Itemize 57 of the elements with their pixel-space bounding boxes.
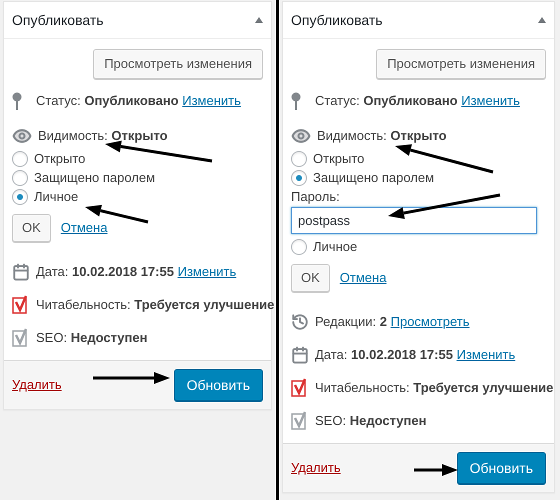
history-icon bbox=[291, 313, 309, 331]
pin-icon bbox=[12, 92, 22, 110]
ok-button[interactable]: OK bbox=[291, 264, 330, 292]
visibility-text: Видимость: Открыто bbox=[317, 127, 447, 146]
calendar-icon bbox=[291, 346, 309, 364]
info-text: SEO: Недоступен bbox=[36, 329, 148, 348]
preview-button[interactable]: Просмотреть изменения bbox=[93, 49, 263, 79]
delete-link[interactable]: Удалить bbox=[291, 458, 341, 478]
info-text: Дата: 10.02.2018 17:55 Изменить bbox=[36, 263, 236, 282]
preview-button[interactable]: Просмотреть изменения bbox=[376, 49, 546, 79]
edit-link[interactable]: Изменить bbox=[182, 93, 241, 108]
radio-label: Личное bbox=[313, 238, 358, 256]
collapse-icon[interactable] bbox=[538, 17, 546, 23]
info-text: Читабельность: Требуется улучшение bbox=[36, 296, 274, 314]
panel-title: Опубликовать bbox=[291, 10, 383, 30]
radio-label: Личное bbox=[34, 188, 78, 206]
annotation-arrow bbox=[414, 464, 458, 476]
eye-icon bbox=[291, 126, 311, 146]
radio-label: Открыто bbox=[34, 150, 86, 168]
calendar-icon bbox=[12, 263, 30, 281]
cancel-link[interactable]: Отмена bbox=[340, 268, 386, 288]
radio-button[interactable] bbox=[291, 170, 307, 186]
info-link[interactable]: Изменить bbox=[456, 347, 516, 362]
panel-title: Опубликовать bbox=[12, 10, 104, 30]
collapse-icon[interactable] bbox=[255, 17, 263, 23]
info-text: Дата: 10.02.2018 17:55 Изменить bbox=[315, 346, 516, 364]
radio-button[interactable] bbox=[12, 188, 28, 204]
radio-label: Открыто bbox=[313, 150, 364, 168]
checkmark-icon bbox=[291, 411, 309, 431]
edit-link[interactable]: Изменить bbox=[461, 93, 520, 108]
pin-icon bbox=[291, 92, 301, 110]
radio-button[interactable] bbox=[12, 170, 28, 186]
status-text: Статус: Опубликовано Изменить bbox=[36, 92, 241, 110]
checkmark-icon bbox=[12, 328, 30, 348]
cancel-link[interactable]: Отмена bbox=[60, 218, 108, 238]
password-label: Пароль: bbox=[291, 188, 341, 206]
ok-button[interactable]: OK bbox=[12, 214, 51, 242]
update-button[interactable]: Обновить bbox=[174, 369, 263, 401]
info-text: Читабельность: Требуется улучшение bbox=[315, 379, 554, 398]
update-button[interactable]: Обновить bbox=[456, 452, 546, 484]
radio-label: Защищено паролем bbox=[313, 168, 434, 187]
annotation-arrow bbox=[85, 204, 148, 224]
info-text: SEO: Недоступен bbox=[315, 412, 426, 430]
radio-label: Защищено паролем bbox=[34, 168, 156, 187]
info-link[interactable]: Изменить bbox=[178, 264, 236, 280]
visibility-text: Видимость: Открыто bbox=[38, 127, 168, 146]
radio-button[interactable] bbox=[291, 238, 307, 254]
status-text: Статус: Опубликовано Изменить bbox=[315, 92, 520, 110]
radio-button[interactable] bbox=[291, 150, 307, 166]
delete-link[interactable]: Удалить bbox=[12, 375, 62, 395]
checkmark-icon bbox=[291, 378, 309, 398]
eye-icon bbox=[12, 126, 32, 146]
info-text: Редакции: 2 Просмотреть bbox=[315, 313, 470, 332]
checkmark-icon bbox=[12, 295, 30, 315]
radio-button[interactable] bbox=[12, 150, 28, 166]
password-field[interactable]: postpass bbox=[291, 207, 537, 234]
info-link[interactable]: Просмотреть bbox=[390, 314, 470, 330]
